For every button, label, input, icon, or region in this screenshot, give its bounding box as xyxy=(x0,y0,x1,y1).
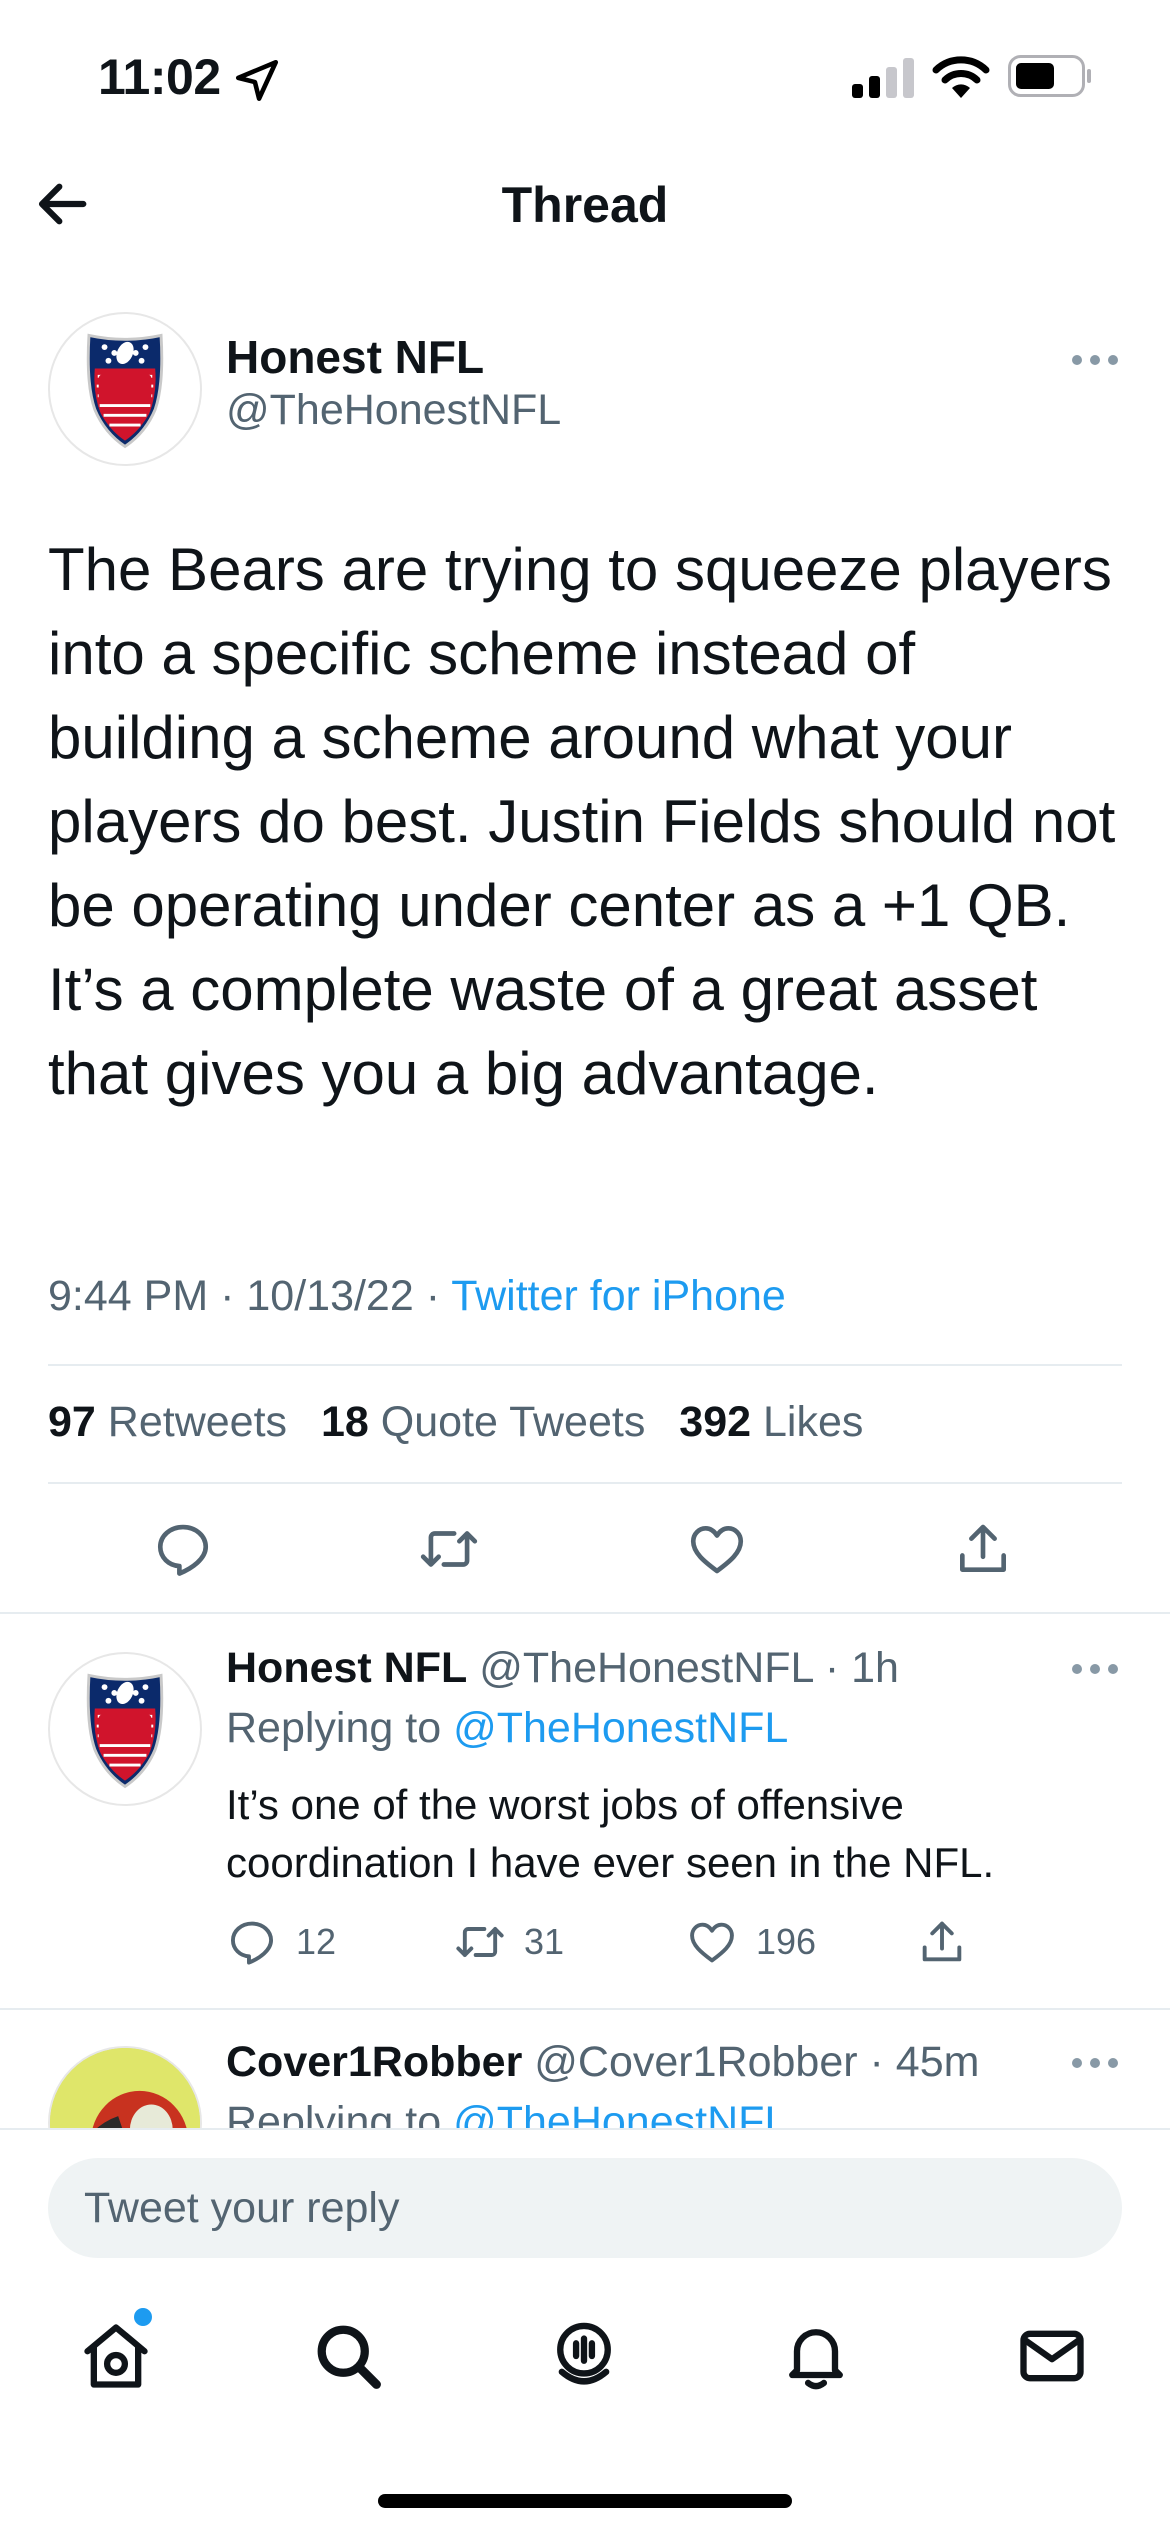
tab-bar xyxy=(0,2278,1170,2532)
nfl-shield-logo xyxy=(86,1673,164,1789)
reply-author-handle[interactable]: @Cover1Robber xyxy=(534,2038,857,2086)
reply-age: 1h xyxy=(851,1644,899,1692)
retweet-icon[interactable] xyxy=(454,1916,506,1968)
tweet-meta: 9:44 PM · 10/13/22 · Twitter for iPhone xyxy=(48,1272,786,1321)
tweet-stats: 97 Retweets 18 Quote Tweets 392 Likes xyxy=(48,1398,885,1447)
tweet-source-link[interactable]: Twitter for iPhone xyxy=(451,1272,786,1320)
more-icon[interactable] xyxy=(1070,2056,1120,2070)
wifi-icon xyxy=(932,56,990,98)
retweets-label[interactable]: Retweets xyxy=(108,1398,287,1446)
reply-icon[interactable] xyxy=(152,1518,214,1580)
spaces-icon[interactable] xyxy=(546,2318,622,2394)
quote-tweets-label[interactable]: Quote Tweets xyxy=(381,1398,646,1446)
reply-author-name[interactable]: Cover1Robber xyxy=(226,2038,522,2086)
author-avatar[interactable] xyxy=(48,312,202,466)
share-action[interactable] xyxy=(916,1916,968,1968)
status-time: 11:02 xyxy=(98,49,221,105)
notifications-icon[interactable] xyxy=(778,2318,854,2394)
share-icon[interactable] xyxy=(916,1916,968,1968)
signal-icon xyxy=(852,58,914,98)
share-icon[interactable] xyxy=(952,1518,1014,1580)
more-icon[interactable] xyxy=(1070,1662,1120,1676)
retweet-icon[interactable] xyxy=(418,1518,480,1580)
like-count[interactable]: 392 xyxy=(679,1398,751,1446)
author-name[interactable]: Honest NFL xyxy=(226,330,484,384)
more-icon[interactable] xyxy=(1070,353,1120,367)
reply-header: Cover1Robber @Cover1Robber · 45m xyxy=(226,2038,979,2087)
divider xyxy=(48,1482,1122,1484)
meta-separator: · xyxy=(220,1272,247,1320)
divider xyxy=(0,2008,1170,2010)
reply-header: Honest NFL @TheHonestNFL · 1h xyxy=(226,1644,899,1693)
reply-author-handle[interactable]: @TheHonestNFL xyxy=(479,1644,813,1692)
status-bar: 11:02 xyxy=(0,0,1170,150)
messages-icon[interactable] xyxy=(1014,2318,1090,2394)
reply-avatar[interactable] xyxy=(48,1652,202,1806)
divider xyxy=(48,1364,1122,1366)
replying-to: Replying to @TheHonestNFL xyxy=(226,1704,788,1753)
like-icon[interactable] xyxy=(686,1518,748,1580)
thread-header: Thread xyxy=(0,150,1170,270)
reply-input[interactable] xyxy=(48,2158,1122,2258)
tweet-text: The Bears are trying to squeeze players … xyxy=(48,536,1116,1107)
tweet-date: 10/13/22 xyxy=(246,1272,414,1320)
reply-icon[interactable] xyxy=(226,1916,278,1968)
replying-prefix: Replying to xyxy=(226,1704,442,1752)
replying-to-link[interactable]: @TheHonestNFL xyxy=(453,1704,788,1752)
nfl-shield-logo xyxy=(86,333,164,449)
likes-label[interactable]: Likes xyxy=(763,1398,863,1446)
home-icon[interactable] xyxy=(78,2318,154,2394)
reply-author-name[interactable]: Honest NFL xyxy=(226,1644,467,1692)
meta-separator: · xyxy=(857,2038,896,2086)
retweet-action[interactable]: 31 xyxy=(454,1916,564,1968)
reply-bar xyxy=(0,2128,1170,2278)
like-icon[interactable] xyxy=(686,1916,738,1968)
battery-icon xyxy=(1008,55,1091,97)
divider xyxy=(0,1612,1170,1614)
tweet-time: 9:44 PM xyxy=(48,1272,209,1320)
location-arrow-icon xyxy=(235,59,279,102)
page-title: Thread xyxy=(501,177,669,233)
search-icon[interactable] xyxy=(310,2318,386,2394)
meta-separator: · xyxy=(425,1272,452,1320)
reply-count: 12 xyxy=(296,1921,337,1962)
reply-action[interactable]: 12 xyxy=(226,1916,336,1968)
retweet-count: 31 xyxy=(524,1921,565,1962)
like-action[interactable]: 196 xyxy=(686,1916,816,1968)
quote-count[interactable]: 18 xyxy=(321,1398,369,1446)
home-indicator xyxy=(378,2494,792,2508)
author-handle[interactable]: @TheHonestNFL xyxy=(226,386,561,435)
like-count: 196 xyxy=(756,1921,817,1962)
reply-age: 45m xyxy=(895,2038,980,2086)
retweet-count[interactable]: 97 xyxy=(48,1398,96,1446)
meta-separator: · xyxy=(812,1644,852,1692)
home-notification-dot xyxy=(134,2308,152,2326)
reply-text: It’s one of the worst jobs of offensive … xyxy=(226,1781,995,1886)
